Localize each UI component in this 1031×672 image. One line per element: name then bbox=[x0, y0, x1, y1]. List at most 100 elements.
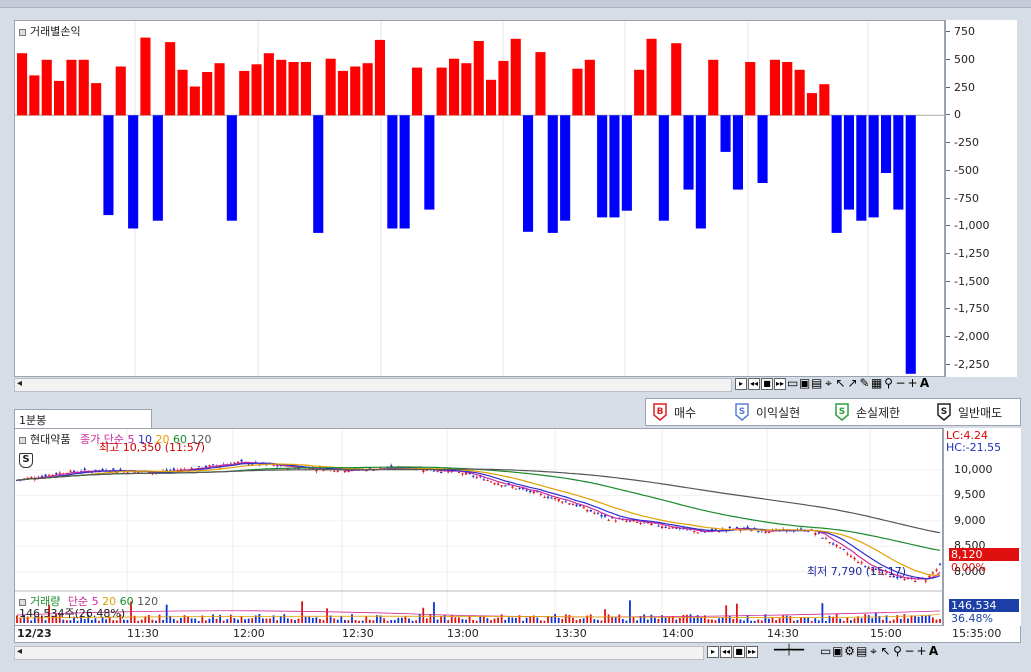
stop-icon[interactable]: ■ bbox=[761, 378, 773, 390]
trend-icon[interactable]: ↗ bbox=[847, 377, 858, 390]
auto-scale-button[interactable]: A bbox=[928, 645, 939, 658]
legend-label: 매수 bbox=[674, 405, 697, 420]
volume-bar bbox=[504, 619, 507, 623]
profit-bar bbox=[782, 62, 793, 116]
volume-bar bbox=[853, 618, 856, 623]
top-horizontal-scrollbar[interactable]: ◂ bbox=[14, 378, 732, 392]
draw-icon[interactable]: ✎ bbox=[859, 377, 870, 390]
volume-bar bbox=[718, 618, 720, 623]
minus-icon[interactable]: − bbox=[904, 645, 915, 658]
zoom-slider[interactable]: ━━┿━━ bbox=[759, 646, 819, 658]
scroll-left-icon[interactable]: ◂ bbox=[17, 378, 22, 389]
scroll-first-icon[interactable]: ◂◂ bbox=[720, 646, 732, 658]
volume-bar bbox=[525, 617, 528, 623]
volume-bar bbox=[575, 620, 578, 623]
profit-bar bbox=[757, 115, 768, 183]
crosshair-icon[interactable]: ⌖ bbox=[823, 377, 834, 390]
candle-body bbox=[554, 497, 557, 500]
profit-bar bbox=[66, 59, 77, 116]
candle-body bbox=[489, 481, 493, 483]
volume-bar bbox=[914, 615, 916, 623]
candle-body bbox=[197, 466, 200, 468]
candle-body bbox=[333, 470, 336, 472]
candle-body bbox=[757, 531, 760, 533]
volume-bar bbox=[846, 617, 849, 623]
candle-body bbox=[497, 483, 500, 485]
volume-bar bbox=[172, 618, 175, 623]
volume-bar bbox=[789, 616, 792, 623]
svg-text:S: S bbox=[739, 407, 745, 417]
candle-body bbox=[650, 523, 653, 526]
settings-icon[interactable]: ⚙ bbox=[844, 645, 855, 658]
profit-bar bbox=[202, 72, 213, 116]
volume-bar bbox=[828, 615, 831, 623]
volume-bar bbox=[775, 620, 777, 623]
zoom-icon[interactable]: ⚲ bbox=[883, 377, 894, 390]
scroll-left-icon[interactable]: ◂ bbox=[17, 646, 22, 657]
window-icon[interactable]: ▭ bbox=[820, 645, 831, 658]
volume-bar bbox=[294, 620, 296, 623]
candle-body bbox=[814, 532, 817, 535]
volume-bar bbox=[928, 615, 931, 623]
series-toggle-icon[interactable] bbox=[19, 436, 26, 444]
volume-bar bbox=[155, 620, 157, 623]
cursor-icon[interactable]: ↖ bbox=[835, 377, 846, 390]
save-icon[interactable]: ▦ bbox=[871, 377, 882, 390]
volume-bar bbox=[222, 620, 225, 623]
scroll-right-icon[interactable]: ▸ bbox=[707, 646, 719, 658]
grid-icon[interactable]: ▤ bbox=[811, 377, 822, 390]
auto-scale-button[interactable]: A bbox=[919, 377, 930, 390]
window-icon[interactable]: ▭ bbox=[787, 377, 798, 390]
crosshair-icon[interactable]: ⌖ bbox=[868, 645, 879, 658]
volume-bar bbox=[457, 617, 460, 623]
volume-bar bbox=[340, 616, 343, 623]
volume-bar bbox=[821, 603, 824, 623]
candle-body bbox=[931, 572, 935, 574]
tab-1min[interactable]: 1분봉 bbox=[14, 409, 152, 429]
volume-bar bbox=[557, 618, 560, 623]
candle-body bbox=[546, 496, 550, 498]
volume-bar bbox=[860, 618, 863, 623]
profit-per-trade-chart[interactable]: 거래별손익 bbox=[14, 20, 945, 377]
current-change: 0.00% bbox=[951, 561, 986, 574]
zoom-icon[interactable]: ⚲ bbox=[892, 645, 903, 658]
profit-bar bbox=[337, 70, 348, 116]
plus-icon[interactable]: + bbox=[907, 377, 918, 390]
series-toggle-icon[interactable] bbox=[19, 28, 26, 36]
volume-bar bbox=[326, 608, 328, 623]
price-volume-chart[interactable]: 현대약품 종가 단순 5 10 20 60 120 최고 10,350 (11:… bbox=[14, 428, 943, 626]
y-tick-mark bbox=[946, 142, 950, 144]
layout-icon[interactable]: ▣ bbox=[799, 377, 810, 390]
cursor-icon[interactable]: ↖ bbox=[880, 645, 891, 658]
candle-body bbox=[607, 519, 610, 521]
profit-bar bbox=[695, 115, 706, 229]
time-tick-label: 13:00 bbox=[447, 627, 479, 640]
volume-bar bbox=[187, 616, 189, 623]
volume-bar bbox=[700, 617, 703, 623]
volume-bar bbox=[800, 617, 802, 623]
minus-icon[interactable]: − bbox=[895, 377, 906, 390]
scroll-last-icon[interactable]: ▸▸ bbox=[774, 378, 786, 390]
candle-body bbox=[48, 474, 51, 476]
volume-bar bbox=[614, 617, 617, 623]
candle-body bbox=[604, 515, 607, 517]
bottom-horizontal-scrollbar[interactable]: ◂ bbox=[14, 646, 704, 660]
volume-bar bbox=[515, 617, 517, 623]
candle-body bbox=[432, 470, 436, 472]
price-y-axis: LC:4.24 HC:-21.55 10,000 9,500 9,000 8,500 8… bbox=[943, 428, 1021, 626]
stop-icon[interactable]: ■ bbox=[733, 646, 745, 658]
sell-marker-icon: S bbox=[19, 453, 33, 468]
plus-icon[interactable]: + bbox=[916, 645, 927, 658]
scroll-right-icon[interactable]: ▸ bbox=[735, 378, 747, 390]
volume-bar bbox=[372, 620, 375, 623]
volume-bar bbox=[882, 619, 884, 623]
volume-bar bbox=[354, 619, 357, 623]
y-tick-mark bbox=[946, 58, 950, 60]
scroll-first-icon[interactable]: ◂◂ bbox=[748, 378, 760, 390]
profit-bar bbox=[152, 115, 163, 221]
top-chart-toolbar: ▸ ◂◂ ■ ▸▸ ▭ ▣ ▤ ⌖ ↖ ↗ ✎ ▦ ⚲ − + A bbox=[735, 377, 931, 390]
profit-bar bbox=[572, 68, 583, 116]
scroll-last-icon[interactable]: ▸▸ bbox=[746, 646, 758, 658]
layout-icon[interactable]: ▣ bbox=[832, 645, 843, 658]
grid-icon[interactable]: ▤ bbox=[856, 645, 867, 658]
